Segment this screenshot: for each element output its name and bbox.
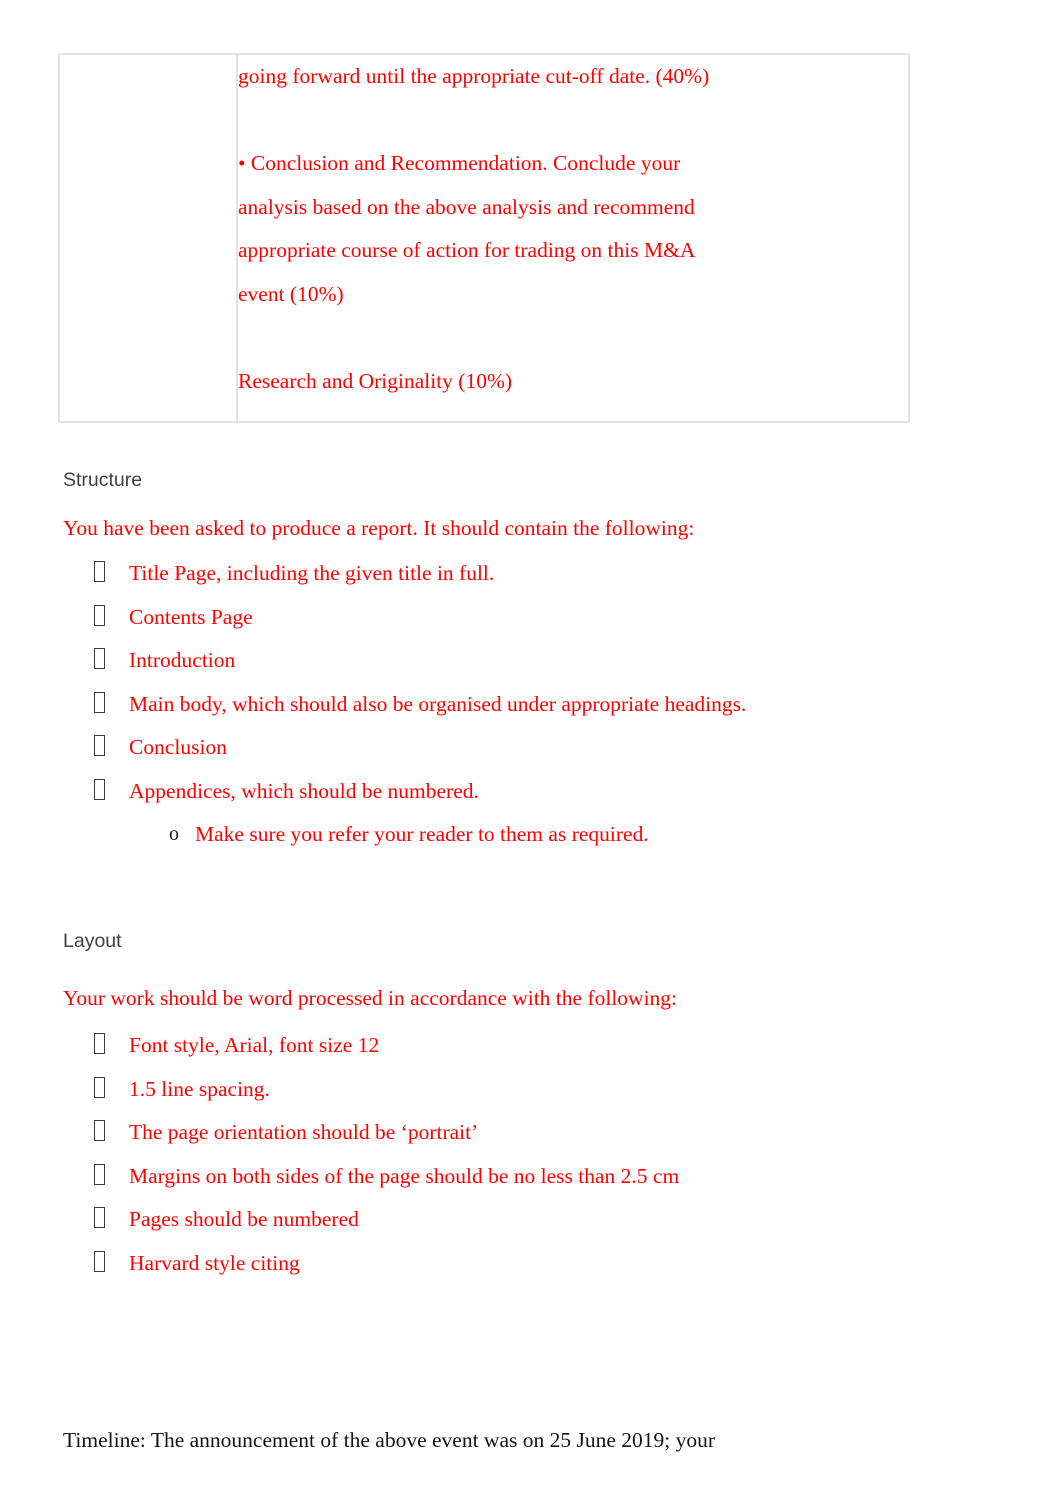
list-item-label: Introduction bbox=[129, 648, 236, 672]
structure-lead-in: You have been asked to produce a report.… bbox=[63, 516, 695, 540]
list-item: The page orientation should be ‘portrait… bbox=[63, 1111, 1003, 1155]
bullet-tofu-icon bbox=[94, 770, 105, 814]
bullet-tofu-icon bbox=[94, 639, 105, 683]
bullet-tofu-icon bbox=[94, 1198, 105, 1242]
bullet-tofu-icon bbox=[94, 1068, 105, 1112]
list-item-label: Main body, which should also be organise… bbox=[129, 691, 747, 716]
list-item: Contents Page bbox=[63, 596, 1003, 640]
table-cell-left-empty bbox=[58, 53, 238, 423]
list-item-label: Margins on both sides of the page should… bbox=[129, 1163, 680, 1188]
list-item: 1.5 line spacing. bbox=[63, 1068, 1003, 1112]
list-item: Conclusion bbox=[63, 726, 1003, 770]
bullet-tofu-icon bbox=[94, 726, 105, 770]
table-text-line-3: analysis based on the above analysis and… bbox=[238, 194, 695, 219]
list-item-label: 1.5 line spacing. bbox=[129, 1076, 270, 1101]
list-item-label: Contents Page bbox=[129, 604, 253, 629]
list-item: Introduction bbox=[63, 639, 1003, 683]
table-text-line-5: event (10%) bbox=[238, 281, 344, 306]
table-text-line-4: appropriate course of action for trading… bbox=[238, 238, 696, 262]
table-text-line-6: Research and Originality (10%) bbox=[238, 368, 513, 393]
bullet-tofu-icon bbox=[94, 1242, 105, 1286]
list-item: Main body, which should also be organise… bbox=[63, 683, 1003, 727]
list-item: Font style, Arial, font size 12 bbox=[63, 1024, 1003, 1068]
sub-list-item: o Make sure you refer your reader to the… bbox=[63, 813, 1003, 857]
callout-table: going forward until the appropriate cut-… bbox=[58, 53, 910, 423]
list-item-label: Title Page, including the given title in… bbox=[129, 561, 495, 585]
layout-bullet-list: Font style, Arial, font size 12 1.5 line… bbox=[63, 1024, 1003, 1285]
list-item: Margins on both sides of the page should… bbox=[63, 1155, 1003, 1199]
bullet-tofu-icon bbox=[94, 683, 105, 727]
structure-heading: Structure bbox=[63, 469, 143, 491]
list-item-label: Conclusion bbox=[129, 735, 227, 759]
bullet-tofu-icon bbox=[94, 596, 105, 640]
table-text-line-1: going forward until the appropriate cut-… bbox=[238, 64, 710, 88]
list-item-label: Appendices, which should be numbered. bbox=[129, 778, 479, 803]
bullet-tofu-icon bbox=[94, 1024, 105, 1068]
sub-list-item-label: Make sure you refer your reader to them … bbox=[195, 822, 649, 846]
layout-lead-in: Your work should be word processed in ac… bbox=[63, 986, 678, 1010]
document-page: going forward until the appropriate cut-… bbox=[0, 0, 1062, 1506]
table-text-line-2: • Conclusion and Recommendation. Conclud… bbox=[238, 151, 681, 175]
list-item-label: The page orientation should be ‘portrait… bbox=[129, 1120, 479, 1144]
table-row: going forward until the appropriate cut-… bbox=[58, 53, 910, 423]
bullet-tofu-icon bbox=[94, 1111, 105, 1155]
timeline-line-1: Timeline: The announcement of the above … bbox=[63, 1428, 716, 1452]
list-item: Title Page, including the given title in… bbox=[63, 552, 1003, 596]
bullet-tofu-icon bbox=[94, 552, 105, 596]
timeline-paragraph: Timeline: The announcement of the above … bbox=[63, 1332, 963, 1506]
table-cell-right-content: going forward until the appropriate cut-… bbox=[236, 53, 910, 423]
list-item: Harvard style citing bbox=[63, 1242, 1003, 1286]
list-item: Pages should be numbered bbox=[63, 1198, 1003, 1242]
layout-heading: Layout bbox=[63, 930, 122, 952]
bullet-circle-o-icon: o bbox=[169, 823, 179, 845]
table-blank-line-2 bbox=[238, 316, 908, 360]
table-blank-line-1 bbox=[238, 99, 908, 143]
bullet-tofu-icon bbox=[94, 1155, 105, 1199]
list-item-label: Font style, Arial, font size 12 bbox=[129, 1033, 380, 1057]
structure-bullet-list: Title Page, including the given title in… bbox=[63, 552, 1003, 857]
list-item-label: Pages should be numbered bbox=[129, 1207, 359, 1231]
list-item: Appendices, which should be numbered. bbox=[63, 770, 1003, 814]
list-item-label: Harvard style citing bbox=[129, 1250, 300, 1275]
